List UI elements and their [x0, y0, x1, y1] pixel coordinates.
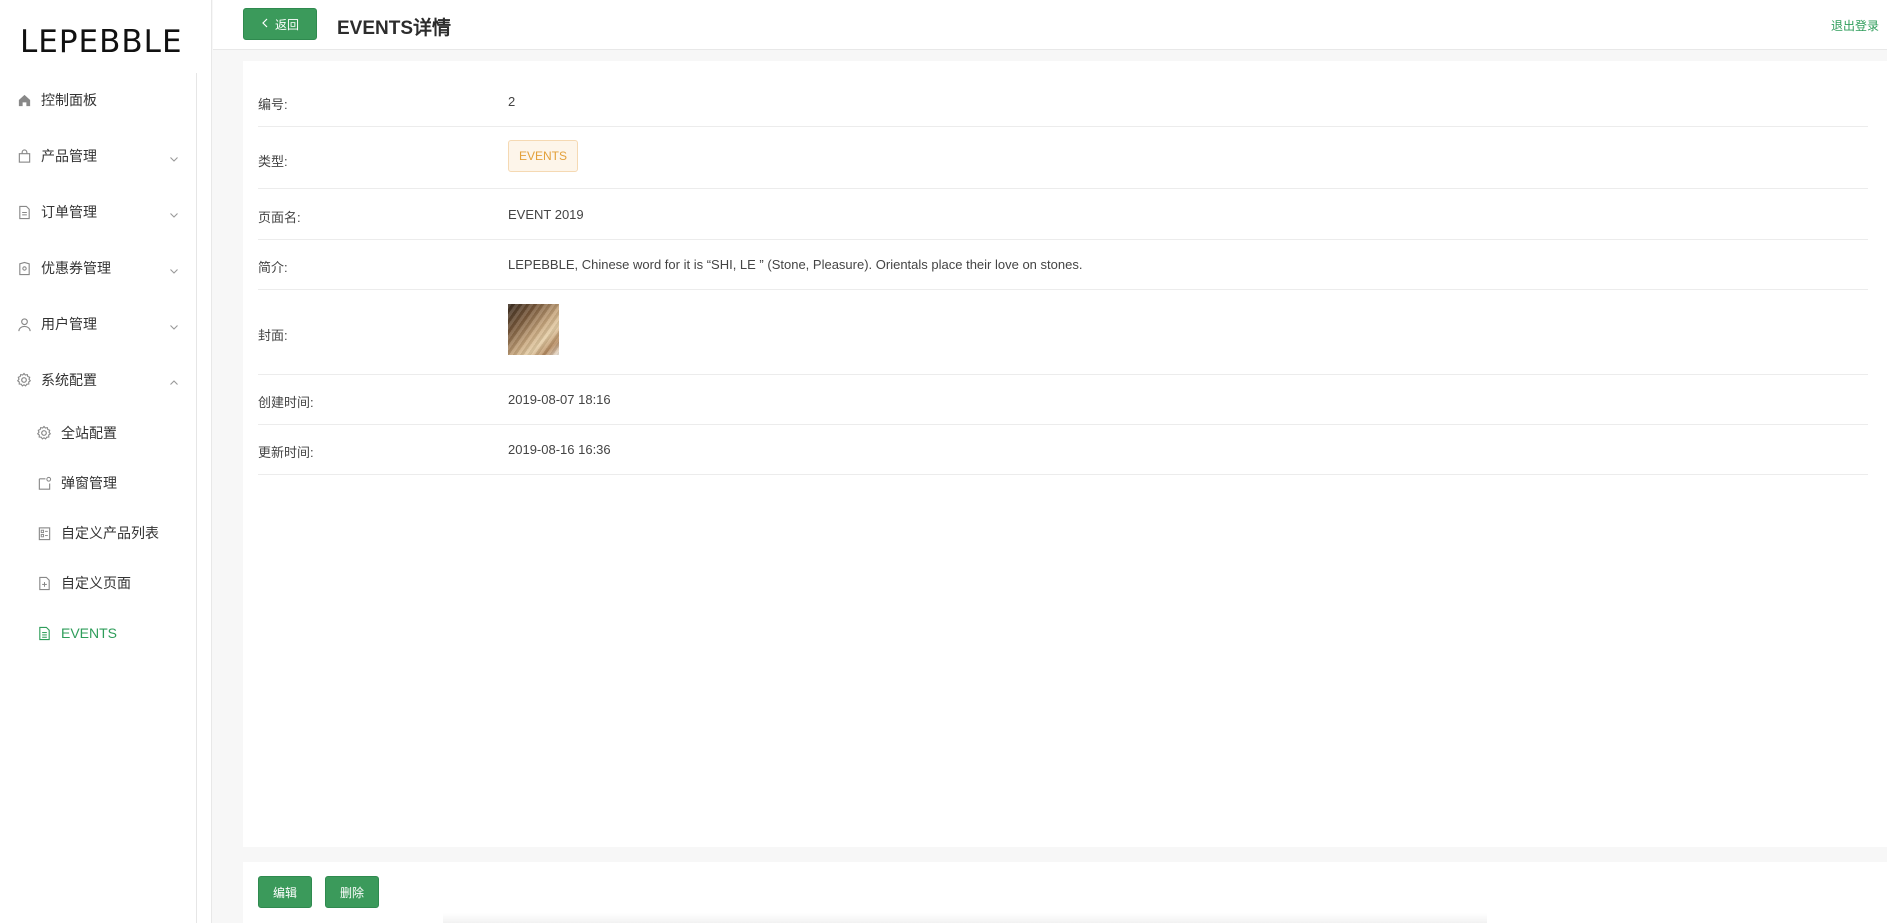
field-value: 2019-08-16 16:36 [508, 442, 611, 457]
sidebar-item-label: 优惠券管理 [41, 260, 111, 276]
field-label: 类型: [258, 154, 288, 169]
sidebar-item-label: 控制面板 [41, 92, 97, 108]
logo: LEPEBBLE [20, 24, 183, 60]
field-value: EVENT 2019 [508, 207, 584, 222]
sidebar-item-orders[interactable]: 订单管理 [0, 184, 197, 240]
list-icon [36, 525, 52, 541]
chevron-down-icon [169, 207, 179, 218]
detail-row-page-name: 页面名: EVENT 2019 [258, 189, 1868, 240]
sidebar-subitem-custom-product-list[interactable]: 自定义产品列表 [0, 508, 197, 558]
field-label: 创建时间: [258, 395, 314, 410]
gear-icon [16, 372, 32, 388]
sidebar-item-label: 系统配置 [41, 372, 97, 388]
detail-card: 编号: 2 类型: EVENTS 页面名: EVENT 2019 简介: LEP… [243, 61, 1887, 847]
field-label: 简介: [258, 260, 288, 275]
chevron-down-icon [169, 263, 179, 274]
field-value: 2019-08-07 18:16 [508, 392, 611, 407]
coupon-icon [16, 260, 32, 276]
top-header: 返回 EVENTS详情 退出登录 [213, 0, 1887, 50]
sidebar-item-label: 订单管理 [41, 204, 97, 220]
user-icon [16, 316, 32, 332]
cover-thumbnail-wrapper [508, 304, 559, 355]
sidebar-item-coupons[interactable]: 优惠券管理 [0, 240, 197, 296]
sidebar-item-products[interactable]: 产品管理 [0, 128, 197, 184]
sidebar-subitem-events[interactable]: EVENTS [0, 608, 197, 658]
chevron-left-icon [261, 18, 269, 31]
back-button-label: 返回 [274, 17, 299, 32]
gear-icon [36, 425, 52, 441]
sidebar-item-label: 用户管理 [41, 316, 97, 332]
back-button[interactable]: 返回 [243, 8, 317, 40]
edit-button[interactable]: 编辑 [258, 876, 313, 908]
sidebar-subitem-site-config[interactable]: 全站配置 [0, 408, 197, 458]
detail-row-id: 编号: 2 [258, 79, 1868, 127]
logout-link[interactable]: 退出登录 [1831, 17, 1879, 34]
field-label: 封面: [258, 328, 288, 343]
sidebar-item-system-config[interactable]: 系统配置 [0, 352, 197, 408]
sidebar-item-dashboard[interactable]: 控制面板 [0, 72, 197, 128]
sidebar-subitem-label: 全站配置 [61, 425, 117, 441]
sidebar-subitem-popups[interactable]: 弹窗管理 [0, 458, 197, 508]
sidebar-nav: 控制面板 产品管理 订单管理 优惠券管理 用户管理 系统配置 全站配置 弹窗管理… [0, 72, 197, 658]
action-footer: 编辑 删除 [243, 862, 1887, 923]
chevron-down-icon [169, 319, 179, 330]
document-icon [16, 204, 32, 220]
delete-button[interactable]: 删除 [325, 876, 380, 908]
sidebar-subitem-label: EVENTS [61, 625, 118, 641]
field-label: 更新时间: [258, 445, 314, 460]
detail-row-intro: 简介: LEPEBBLE, Chinese word for it is “SH… [258, 240, 1868, 290]
page-title: EVENTS详情 [337, 18, 452, 39]
field-value: 2 [508, 94, 516, 109]
chevron-down-icon [169, 151, 179, 162]
cover-thumbnail[interactable] [508, 304, 559, 355]
sidebar-item-users[interactable]: 用户管理 [0, 296, 197, 352]
footer-shadow [443, 913, 1487, 923]
detail-row-updated: 更新时间: 2019-08-16 16:36 [258, 425, 1868, 475]
field-label: 编号: [258, 97, 288, 112]
sidebar: LEPEBBLE 控制面板 产品管理 订单管理 优惠券管理 用户管理 系统配置 … [0, 0, 212, 923]
type-tag-wrapper: EVENTS [508, 140, 579, 172]
detail-row-cover: 封面: [258, 290, 1868, 375]
sidebar-item-label: 产品管理 [41, 148, 97, 164]
detail-row-created: 创建时间: 2019-08-07 18:16 [258, 375, 1868, 425]
bag-icon [16, 148, 32, 164]
sidebar-subitem-label: 弹窗管理 [61, 475, 117, 491]
type-tag: EVENTS [508, 140, 579, 172]
popup-icon [36, 475, 52, 491]
field-value: LEPEBBLE, Chinese word for it is “SHI, L… [508, 257, 1083, 272]
detail-row-type: 类型: EVENTS [258, 127, 1868, 189]
page-add-icon [36, 575, 52, 591]
chevron-up-icon [169, 375, 179, 385]
field-label: 页面名: [258, 210, 301, 225]
sidebar-subitem-label: 自定义页面 [61, 575, 131, 591]
home-icon [16, 92, 32, 108]
sidebar-subitem-custom-page[interactable]: 自定义页面 [0, 558, 197, 608]
events-doc-icon [36, 625, 52, 641]
sidebar-subitem-label: 自定义产品列表 [61, 525, 159, 541]
